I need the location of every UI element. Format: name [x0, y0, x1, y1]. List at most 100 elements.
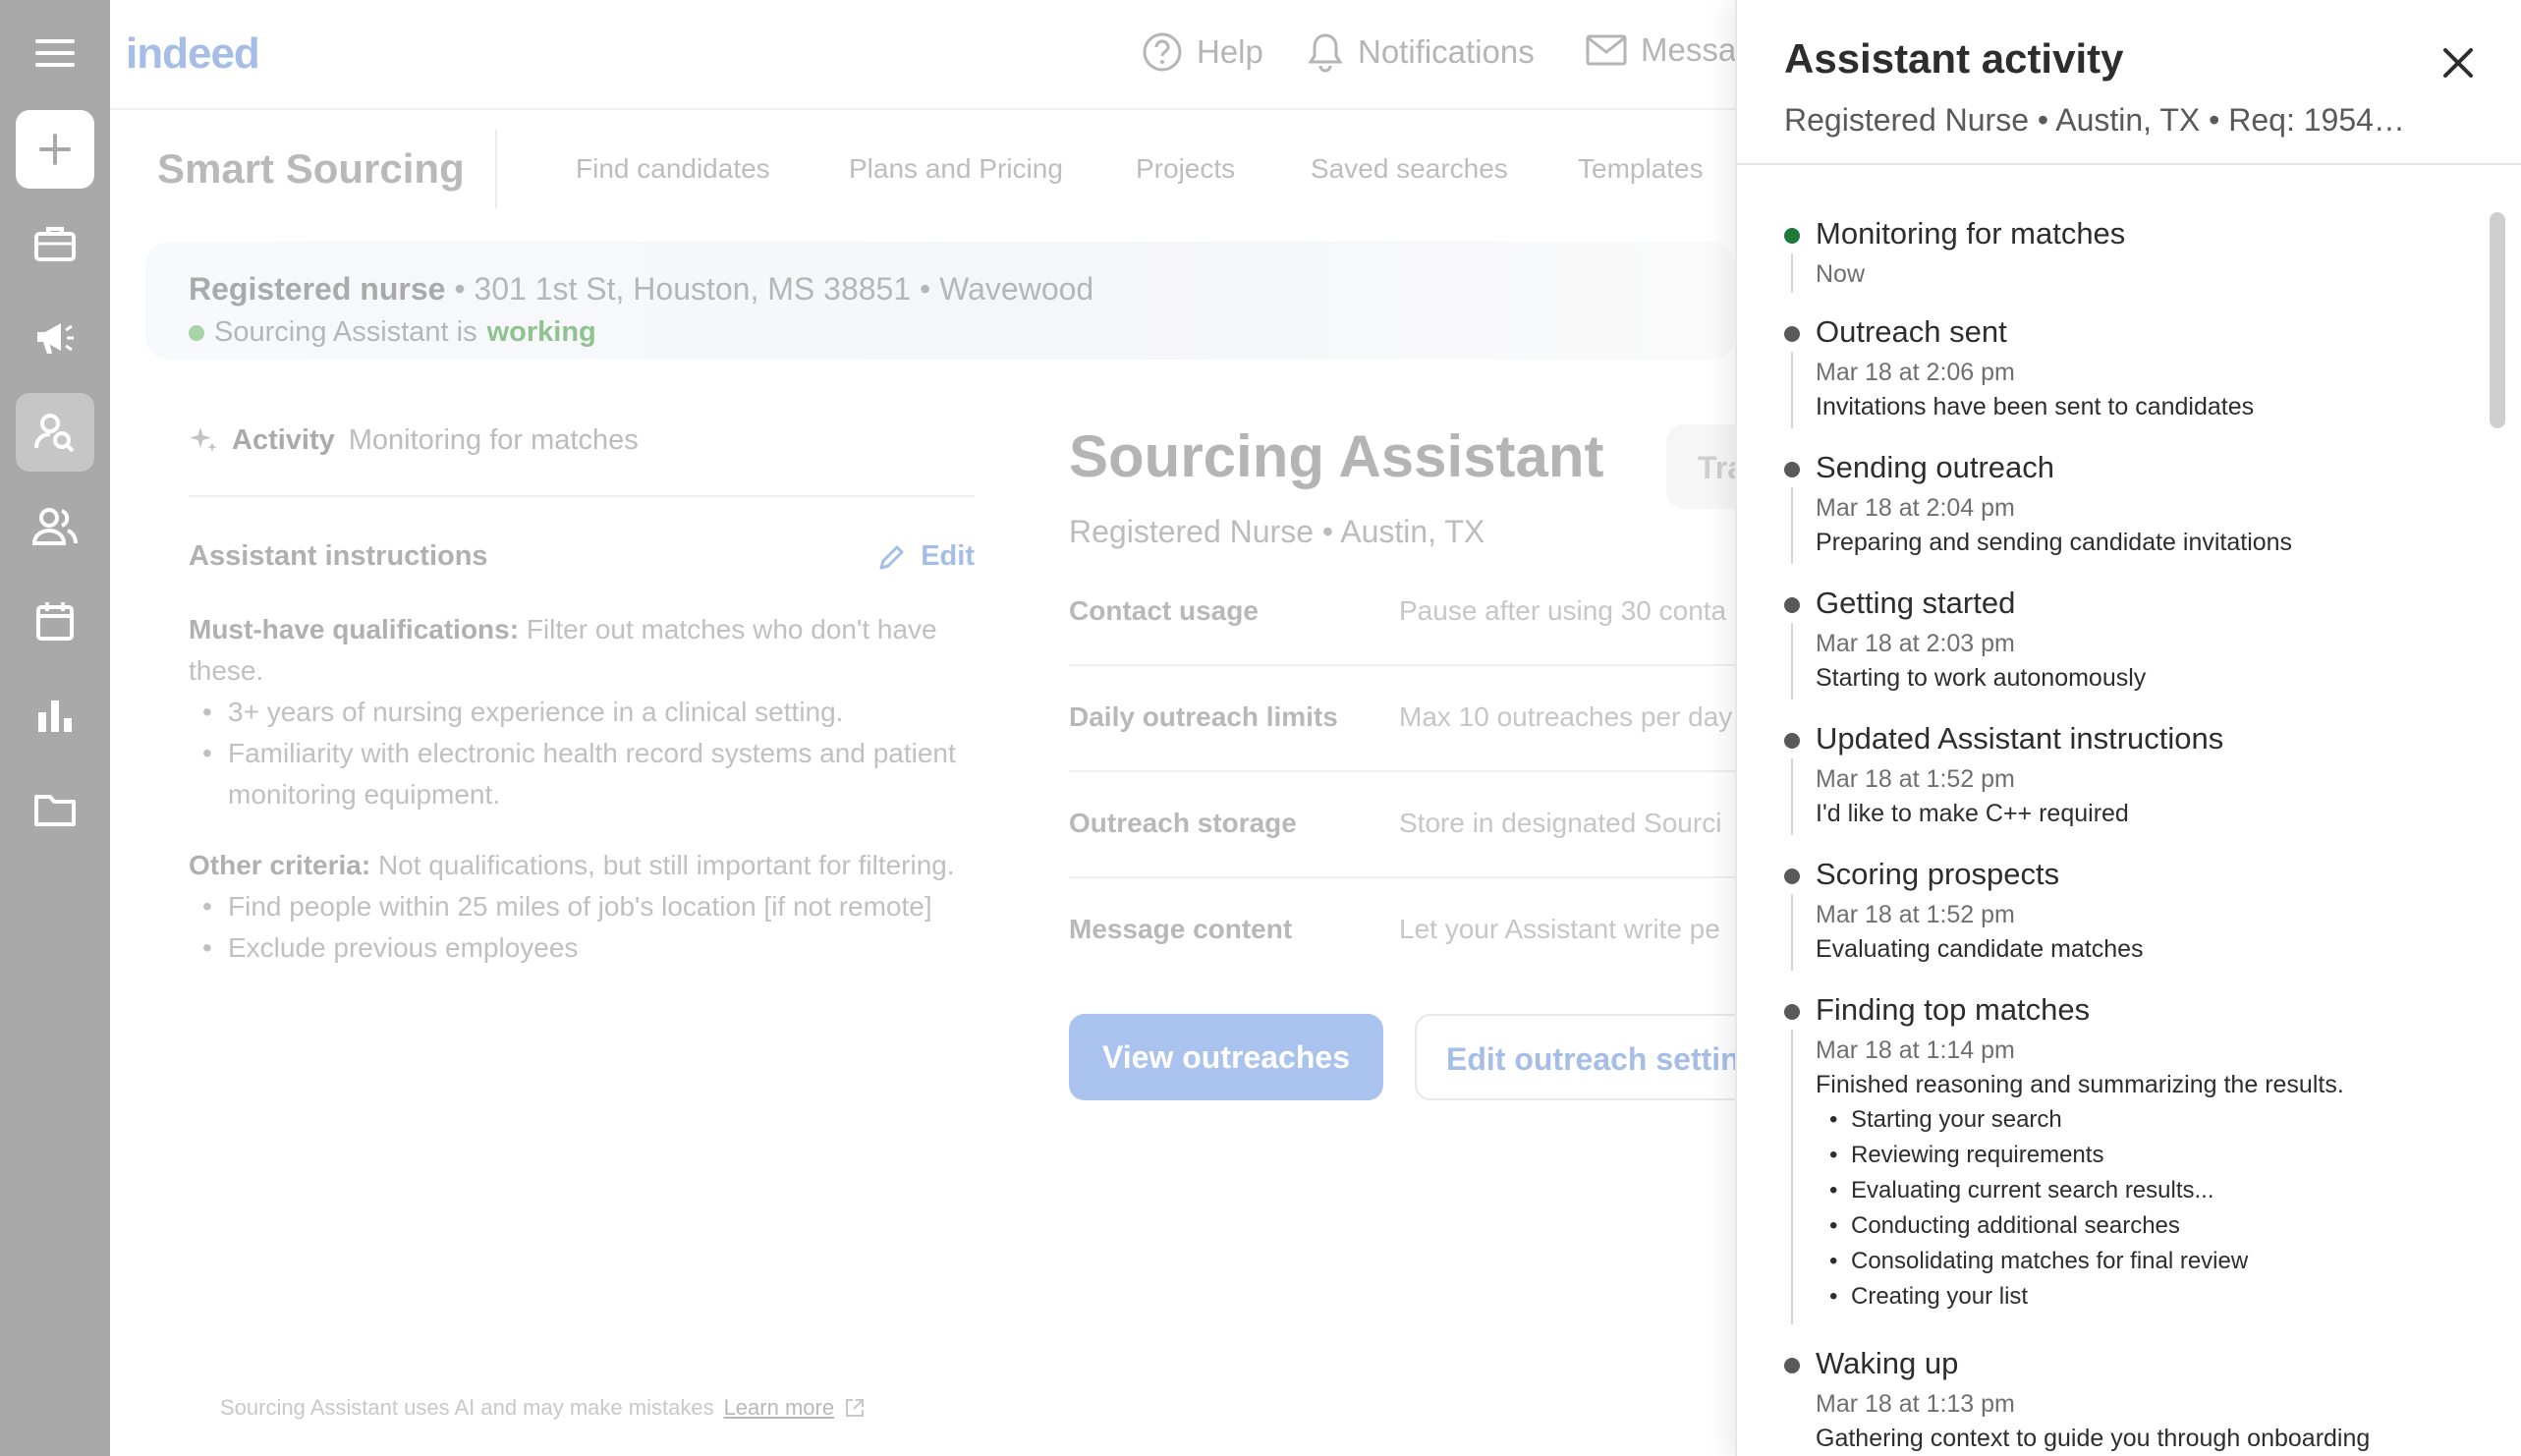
setting-value: Pause after using 30 conta — [1399, 595, 1727, 626]
assistant-actions: View outreaches Edit outreach settin — [1069, 1014, 1737, 1102]
event-description: Evaluating candidate matches — [1816, 935, 2144, 963]
event-title: Scoring prospects — [1816, 857, 2060, 891]
timeline-dot-icon — [1784, 733, 1800, 749]
event-title: Getting started — [1816, 586, 2016, 620]
campaigns-nav-button[interactable] — [16, 299, 94, 377]
notifications-link[interactable]: Notifications — [1307, 31, 1535, 73]
assistant-tab-button[interactable]: Tra — [1666, 424, 1737, 509]
setting-value: Max 10 outreaches per day — [1399, 701, 1733, 732]
jobs-nav-button[interactable] — [16, 204, 94, 283]
timeline-dot-icon — [1784, 1004, 1800, 1020]
must-have-label: Must-have qualifications: — [189, 614, 520, 644]
indeed-logo[interactable]: indeed — [126, 29, 260, 79]
folder-icon — [34, 795, 76, 826]
timeline-dot-icon — [1784, 1358, 1800, 1373]
help-label: Help — [1197, 33, 1263, 70]
timeline-item: Updated Assistant instructions Mar 18 at … — [1784, 715, 2472, 851]
timeline-dot-icon — [1784, 462, 1800, 477]
event-description: Preparing and sending candidate invitati… — [1816, 529, 2293, 556]
list-item: Reviewing requirements — [1829, 1138, 2472, 1173]
help-link[interactable]: Help — [1142, 31, 1263, 73]
timeline-item: Scoring prospects Mar 18 at 1:52 pm Evalua… — [1784, 851, 2472, 986]
event-description: I'd like to make C++ required — [1816, 800, 2129, 827]
sub-navigation: Smart Sourcing Find candidates Plans and… — [110, 110, 1735, 228]
list-item: Evaluating current search results... — [1829, 1173, 2472, 1208]
event-description: Starting to work autonomously — [1816, 664, 2147, 692]
timeline-connector — [1791, 253, 1793, 293]
sourcing-nav-button[interactable] — [16, 393, 94, 472]
drawer-subtitle: Registered Nurse • Austin, TX • Req: 195… — [1784, 102, 2405, 138]
job-address: • 301 1st St, Houston, MS 38851 — [454, 271, 912, 307]
view-outreaches-button[interactable]: View outreaches — [1069, 1014, 1383, 1100]
event-time: Mar 18 at 2:06 pm — [1816, 359, 2015, 386]
timeline-dot-icon — [1784, 228, 1800, 244]
calendar-nav-button[interactable] — [16, 582, 94, 660]
event-time: Mar 18 at 1:14 pm — [1816, 1036, 2015, 1064]
timeline-connector — [1791, 623, 1793, 700]
analytics-nav-button[interactable] — [16, 676, 94, 755]
list-item: Consolidating matches for final review — [1829, 1244, 2472, 1279]
person-search-icon — [34, 414, 75, 453]
event-title: Updated Assistant instructions — [1816, 721, 2224, 756]
event-title: Monitoring for matches — [1816, 216, 2126, 251]
setting-row-daily-limits: Daily outreach limits Max 10 outreaches … — [1069, 666, 1737, 772]
setting-row-outreach-storage: Outreach storage Store in designated Sou… — [1069, 772, 1737, 878]
event-title: Waking up — [1816, 1346, 1959, 1380]
close-icon — [2443, 48, 2473, 78]
plus-icon — [39, 134, 71, 165]
files-nav-button[interactable] — [16, 770, 94, 849]
top-bar: indeed Help Notifications Messa — [110, 0, 1736, 110]
menu-icon[interactable] — [16, 14, 94, 92]
edit-label: Edit — [921, 540, 975, 572]
list-item: Starting your search — [1829, 1102, 2472, 1138]
timeline-item: Getting started Mar 18 at 2:03 pm Starting… — [1784, 580, 2472, 715]
list-item: Conducting additional searches — [1829, 1208, 2472, 1244]
setting-label: Outreach storage — [1069, 808, 1297, 838]
bell-icon — [1308, 33, 1343, 73]
timeline-dot-icon — [1784, 597, 1800, 613]
timeline-connector — [1791, 1030, 1793, 1324]
calendar-icon — [36, 602, 74, 641]
other-criteria-label: Other criteria: — [189, 850, 371, 880]
instructions-header: Assistant instructions Edit — [189, 540, 975, 580]
timeline-connector — [1791, 758, 1793, 835]
nav-find-candidates[interactable]: Find candidates — [576, 153, 770, 185]
edit-outreach-settings-button[interactable]: Edit outreach settin — [1415, 1014, 1737, 1100]
timeline-item: Finding top matches Mar 18 at 1:14 pm Fini… — [1784, 986, 2472, 1340]
mail-icon — [1586, 34, 1627, 66]
ai-disclaimer: Sourcing Assistant uses AI and may make … — [220, 1395, 866, 1421]
left-rail — [0, 0, 110, 1456]
timeline-connector — [1791, 352, 1793, 428]
status-word: working — [486, 316, 596, 348]
timeline-item: Monitoring for matches Now — [1784, 210, 2472, 308]
event-time: Mar 18 at 2:03 pm — [1816, 630, 2015, 657]
nav-projects[interactable]: Projects — [1136, 153, 1235, 185]
setting-label: Contact usage — [1069, 595, 1259, 626]
messages-link[interactable]: Messa — [1586, 31, 1736, 69]
nav-saved-searches[interactable]: Saved searches — [1311, 153, 1508, 185]
list-item: Exclude previous employees — [202, 927, 975, 969]
assistant-subtitle: Registered Nurse • Austin, TX — [1069, 514, 1485, 549]
help-icon — [1143, 32, 1182, 72]
event-steps: Starting your searchReviewing requiremen… — [1829, 1102, 2472, 1315]
nav-plans-pricing[interactable]: Plans and Pricing — [849, 153, 1063, 185]
learn-more-link[interactable]: Learn more — [724, 1395, 835, 1421]
create-button[interactable] — [16, 110, 94, 189]
event-time: Mar 18 at 2:04 pm — [1816, 494, 2015, 522]
drawer-scrollbar[interactable] — [2490, 212, 2505, 428]
event-time: Mar 18 at 1:52 pm — [1816, 901, 2015, 928]
event-title: Finding top matches — [1816, 992, 2091, 1027]
nav-templates[interactable]: Templates — [1578, 153, 1704, 185]
event-time: Mar 18 at 1:13 pm — [1816, 1390, 2015, 1418]
edit-instructions-button[interactable]: Edit — [877, 540, 975, 573]
list-item: Find people within 25 miles of job's loc… — [202, 886, 975, 927]
setting-label: Message content — [1069, 914, 1293, 944]
status-dot-icon — [189, 324, 204, 341]
event-description: Gathering context to guide you through o… — [1816, 1425, 2371, 1452]
notifications-label: Notifications — [1358, 33, 1535, 70]
list-item: 3+ years of nursing experience in a clin… — [202, 692, 975, 733]
candidates-nav-button[interactable] — [16, 487, 94, 566]
close-drawer-button[interactable] — [2433, 37, 2484, 88]
messages-label: Messa — [1641, 31, 1737, 68]
other-criteria: Other criteria: Not qualifications, but … — [189, 845, 975, 969]
